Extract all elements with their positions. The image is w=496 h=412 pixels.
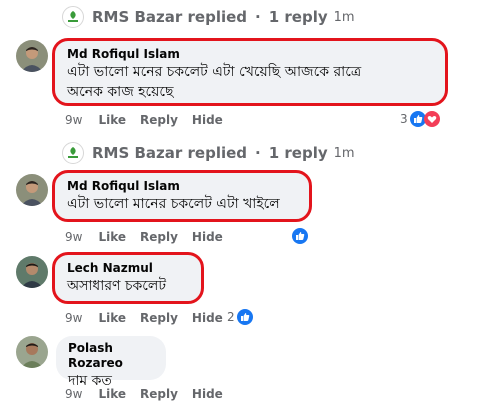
hide-button[interactable]: Hide: [192, 230, 223, 244]
reply-button[interactable]: Reply: [140, 311, 178, 325]
reply-summary-author: RMS Bazar replied: [92, 144, 248, 162]
reply-summary-author: RMS Bazar replied: [92, 8, 248, 26]
comment-text: এটা ভালো মানের চকলেট এটা খাইলে: [67, 196, 280, 212]
reply-time: 1m: [333, 145, 355, 161]
reply-count: 1 reply: [268, 8, 328, 26]
reply-button[interactable]: Reply: [140, 113, 178, 127]
reply-summary[interactable]: RMS Bazar replied · 1 reply 1m: [62, 6, 355, 28]
reply-button[interactable]: Reply: [140, 230, 178, 244]
avatar[interactable]: [16, 256, 48, 288]
hide-button[interactable]: Hide: [192, 387, 223, 401]
comment-bubble: Polash Rozareo দাম কত: [56, 336, 166, 389]
reply-count: 1 reply: [268, 144, 328, 162]
comment-author[interactable]: Md Rofiqul Islam: [67, 47, 433, 62]
comment-actions: 9w Like Reply Hide: [65, 230, 237, 244]
comment-text: অনেক কাজ হয়েছে: [67, 84, 174, 100]
comment-text: অসাধারণ চকলেট: [67, 278, 166, 294]
like-button[interactable]: Like: [98, 387, 126, 401]
comment-bubble: Md Rofiqul Islam এটা ভালো মানের চকলেট এট…: [52, 170, 312, 222]
reply-summary[interactable]: RMS Bazar replied · 1 reply 1m: [62, 142, 355, 164]
comment-text: এটা ভালো মনের চকলেট এটা খেয়েছি আজকে রাত…: [67, 64, 362, 80]
hide-button[interactable]: Hide: [192, 311, 223, 325]
reaction-summary[interactable]: [292, 228, 308, 244]
hide-button[interactable]: Hide: [192, 113, 223, 127]
comment-bubble: Lech Nazmul অসাধারণ চকলেট: [52, 252, 204, 304]
avatar[interactable]: [16, 174, 48, 206]
comment-age[interactable]: 9w: [65, 311, 82, 325]
reaction-summary[interactable]: 2: [227, 309, 253, 325]
like-button[interactable]: Like: [98, 311, 126, 325]
like-button[interactable]: Like: [98, 113, 126, 127]
comment-age[interactable]: 9w: [65, 387, 82, 401]
like-button[interactable]: Like: [98, 230, 126, 244]
separator: ·: [255, 144, 261, 162]
comment-author[interactable]: Polash Rozareo: [68, 341, 154, 371]
comment-author[interactable]: Lech Nazmul: [67, 261, 189, 276]
page-avatar: [62, 6, 84, 28]
reaction-count: 3: [400, 112, 408, 126]
separator: ·: [255, 8, 261, 26]
avatar[interactable]: [16, 40, 48, 72]
like-icon: [236, 309, 253, 325]
reply-time: 1m: [333, 9, 355, 25]
comment-actions: 9w Like Reply Hide: [65, 113, 237, 127]
comment-actions: 9w Like Reply Hide: [65, 387, 237, 401]
like-icon: [292, 228, 308, 244]
reply-button[interactable]: Reply: [140, 387, 178, 401]
comment-actions: 9w Like Reply Hide: [65, 311, 237, 325]
reaction-summary[interactable]: 3: [400, 111, 440, 127]
comment-age[interactable]: 9w: [65, 113, 82, 127]
comment-bubble: Md Rofiqul Islam এটা ভালো মনের চকলেট এটা…: [52, 38, 448, 106]
comment-author[interactable]: Md Rofiqul Islam: [67, 179, 297, 194]
page-avatar: [62, 142, 84, 164]
love-icon: [423, 111, 440, 127]
reaction-count: 2: [227, 310, 235, 324]
avatar[interactable]: [16, 336, 48, 368]
comment-age[interactable]: 9w: [65, 230, 82, 244]
